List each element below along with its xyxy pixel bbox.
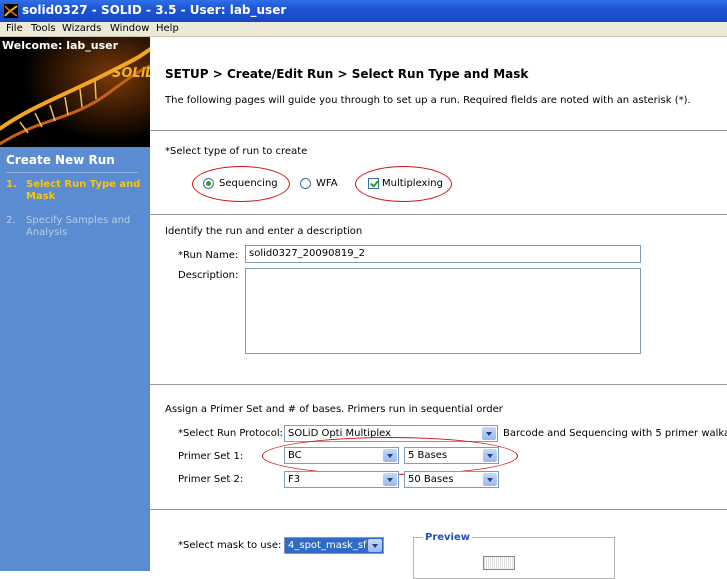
- chevron-down-icon[interactable]: [368, 539, 382, 552]
- solid-logo-banner: Welcome: lab_user SOLiD: [0, 37, 150, 147]
- step-number: 2.: [6, 215, 16, 226]
- title-bar[interactable]: solid0327 - SOLID - 3.5 - User: lab_user: [0, 0, 727, 22]
- menu-file[interactable]: File: [6, 22, 23, 36]
- description-label: Description:: [178, 270, 239, 281]
- page-title: SETUP > Create/Edit Run > Select Run Typ…: [165, 67, 529, 81]
- step-label: Specify Samples and Analysis: [26, 215, 131, 238]
- mask-preview-thumbnail: [483, 556, 515, 570]
- solid-logo-text: SOLiD: [112, 66, 150, 81]
- identify-prompt: Identify the run and enter a description: [165, 226, 363, 237]
- highlight-ring-primer-set-1: [262, 437, 518, 475]
- highlight-ring-multiplexing: [355, 166, 452, 202]
- mask-label: *Select mask to use:: [178, 540, 282, 551]
- header-divider: [150, 130, 727, 131]
- primer-set-1-label: Primer Set 1:: [178, 451, 244, 462]
- primer-set-2-label: Primer Set 2:: [178, 474, 244, 485]
- primer-set-2-select[interactable]: F3: [284, 471, 399, 488]
- menu-wizards[interactable]: Wizards: [62, 22, 101, 36]
- dna-helix-image: [0, 37, 150, 147]
- preview-label: Preview: [423, 532, 473, 543]
- page-subtitle: The following pages will guide you throu…: [165, 95, 691, 106]
- run-type-prompt: *Select type of run to create: [165, 146, 308, 157]
- section-divider: [150, 214, 727, 215]
- primer-set-2-value: F3: [288, 474, 301, 485]
- run-name-input[interactable]: solid0327_20090819_2: [245, 245, 641, 263]
- primer-prompt: Assign a Primer Set and # of bases. Prim…: [165, 404, 503, 415]
- chevron-down-icon[interactable]: [483, 473, 497, 486]
- mask-select[interactable]: 4_spot_mask_sf: [284, 537, 384, 554]
- menu-window[interactable]: Window: [110, 22, 149, 36]
- run-protocol-description: Barcode and Sequencing with 5 primer wal…: [503, 428, 727, 439]
- primer-set-2-bases-value: 50 Bases: [408, 474, 454, 485]
- app-icon: [4, 4, 18, 18]
- menu-tools[interactable]: Tools: [31, 22, 56, 36]
- chevron-down-icon[interactable]: [383, 473, 397, 486]
- description-textarea[interactable]: [245, 268, 641, 354]
- run-protocol-label: *Select Run Protocol:: [178, 428, 284, 439]
- sidebar-heading: Create New Run: [6, 153, 115, 167]
- highlight-ring-sequencing: [192, 166, 290, 202]
- sidebar-divider: [6, 172, 138, 173]
- welcome-text: Welcome: lab_user: [2, 39, 119, 52]
- chevron-down-icon[interactable]: [482, 427, 496, 440]
- radio-wfa[interactable]: [300, 178, 311, 189]
- step-number: 1.: [6, 179, 17, 190]
- section-divider: [150, 384, 727, 385]
- mask-value: 4_spot_mask_sf: [288, 540, 367, 551]
- primer-set-2-bases-select[interactable]: 50 Bases: [404, 471, 499, 488]
- run-name-label: *Run Name:: [178, 250, 239, 261]
- radio-wfa-label: WFA: [316, 178, 338, 189]
- section-divider: [150, 509, 727, 510]
- menu-help[interactable]: Help: [156, 22, 179, 36]
- window-title: solid0327 - SOLID - 3.5 - User: lab_user: [22, 3, 287, 17]
- menu-bar: File Tools Wizards Window Help: [0, 22, 727, 37]
- step-label: Select Run Type and Mask: [26, 179, 141, 202]
